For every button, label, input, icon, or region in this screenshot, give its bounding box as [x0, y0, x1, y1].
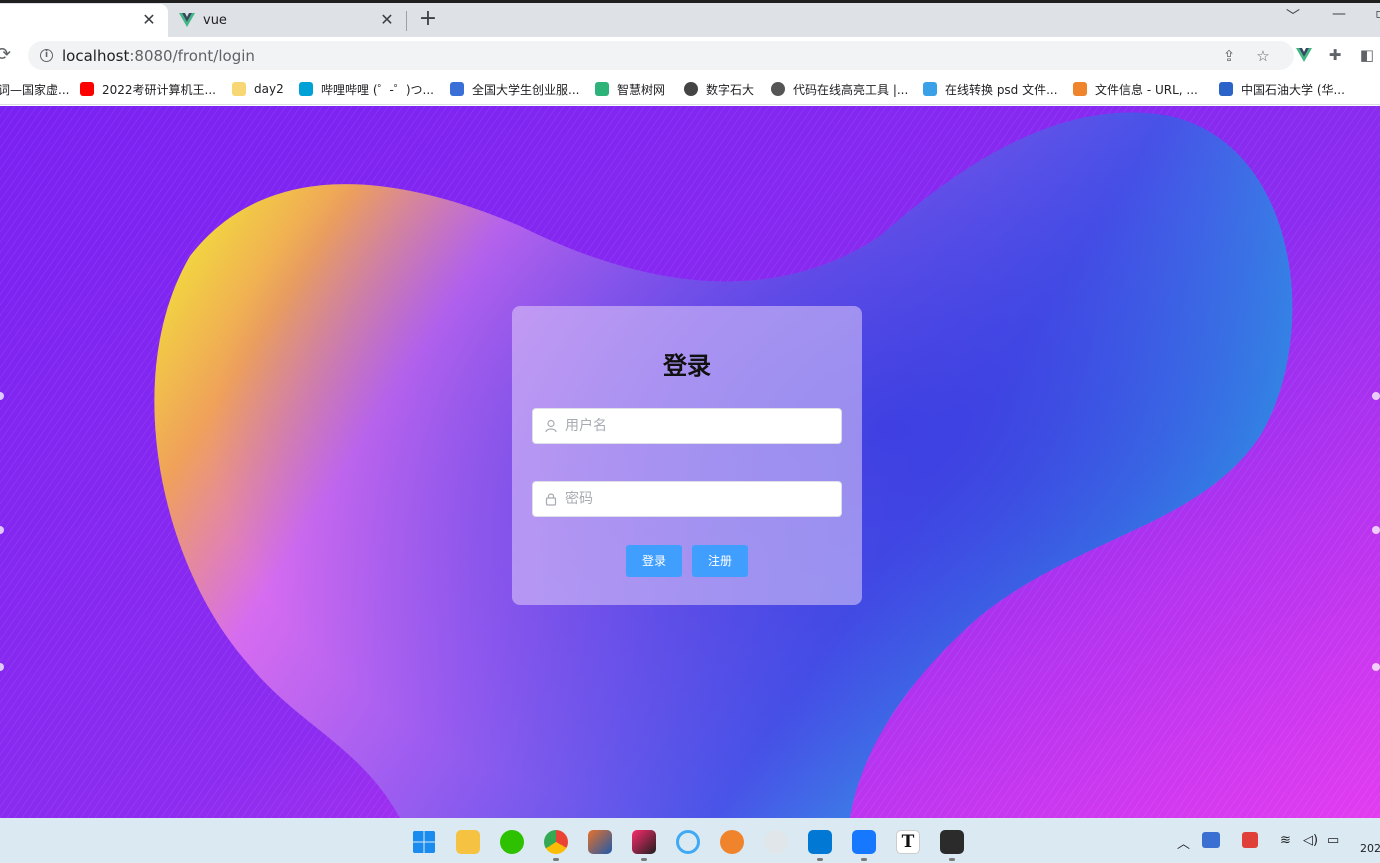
site-icon — [450, 82, 464, 96]
app-icon[interactable] — [852, 830, 876, 854]
chrome-icon[interactable] — [544, 830, 568, 854]
bookmark-label: 文件信息 - URL, ... — [1095, 82, 1198, 97]
password-field[interactable] — [532, 481, 842, 517]
folder-icon — [232, 82, 246, 96]
bookmark-item[interactable]: day2 — [232, 80, 284, 98]
site-icon — [1219, 82, 1233, 96]
app-tray-icon[interactable] — [1242, 832, 1258, 848]
bookmarks-bar: 词—国家虚... 2022考研计算机王... day2 哔哩哔哩 (゜-゜)つ.… — [0, 73, 1380, 105]
intellij-icon[interactable] — [632, 830, 656, 854]
bookmark-label: 在线转换 psd 文件... — [945, 82, 1058, 97]
bookmark-label: 中国石油大学 (华... — [1241, 82, 1345, 97]
edge-dot — [1372, 392, 1380, 400]
battery-icon[interactable]: ▭ — [1327, 833, 1339, 848]
typora-icon[interactable]: T — [896, 830, 920, 854]
tab-title: vue — [203, 13, 227, 28]
file-explorer-icon[interactable] — [456, 830, 480, 854]
login-page: 登录 登录 注册 — [0, 106, 1380, 818]
bookmark-label: 代码在线高亮工具 |... — [793, 82, 909, 97]
close-icon[interactable]: ✕ — [140, 11, 158, 29]
running-indicator — [641, 858, 647, 861]
bookmark-item[interactable]: 数字石大 — [684, 80, 754, 98]
bookmark-item[interactable]: 全国大学生创业服... — [450, 80, 579, 98]
reload-icon[interactable]: ⟳ — [0, 44, 16, 65]
browser-toolbar: ⟳ i localhost:8080/front/login ⇪ ☆ ✚ ◧ — [0, 37, 1380, 73]
bookmark-label: 全国大学生创业服... — [472, 82, 580, 97]
bookmark-item[interactable]: 代码在线高亮工具 |... — [771, 80, 908, 98]
site-icon — [595, 82, 609, 96]
password-input[interactable] — [563, 482, 833, 516]
matlab-icon[interactable] — [588, 830, 612, 854]
username-input[interactable] — [563, 409, 833, 443]
bookmark-label: day2 — [254, 82, 284, 96]
site-icon — [923, 82, 937, 96]
running-indicator — [553, 858, 559, 861]
chat-app-icon[interactable] — [764, 830, 788, 854]
side-panel-icon[interactable]: ◧ — [1358, 46, 1376, 64]
input-method-icon[interactable] — [1202, 832, 1220, 848]
bookmark-item[interactable]: 文件信息 - URL, ... — [1073, 80, 1198, 98]
vue-logo-icon — [179, 13, 195, 27]
site-info-icon[interactable]: i — [40, 49, 53, 62]
register-button[interactable]: 注册 — [692, 545, 748, 577]
url-host: localhost — [62, 47, 130, 65]
tab-search-chevron-icon[interactable]: ﹀ — [1281, 6, 1305, 26]
share-icon[interactable]: ⇪ — [1220, 47, 1238, 65]
tab-divider — [406, 11, 407, 31]
youtube-icon — [80, 82, 94, 96]
postman-icon[interactable] — [720, 830, 744, 854]
app-icon[interactable] — [676, 830, 700, 854]
edge-dot — [1372, 526, 1380, 534]
globe-icon — [684, 82, 698, 96]
username-field[interactable] — [532, 408, 842, 444]
bookmark-label: 智慧树网 — [617, 82, 666, 97]
bookmark-item[interactable]: 中国石油大学 (华... — [1219, 80, 1345, 98]
bookmark-item[interactable]: 在线转换 psd 文件... — [923, 80, 1058, 98]
close-icon[interactable]: ✕ — [378, 11, 396, 29]
site-icon — [1073, 82, 1087, 96]
running-indicator — [817, 858, 823, 861]
app-icon[interactable] — [940, 830, 964, 854]
window-top-border — [0, 0, 1380, 3]
windows-taskbar: T ︿ ≋ ◁) ▭ 202 — [0, 818, 1380, 863]
browser-tab-active[interactable]: ✕ — [0, 4, 168, 37]
vscode-icon[interactable] — [808, 830, 832, 854]
wechat-icon[interactable] — [500, 830, 524, 854]
browser-tabstrip: ✕ vue ✕ + ﹀ — ▫ — [0, 0, 1380, 37]
bookmark-item[interactable]: 2022考研计算机王... — [80, 80, 216, 98]
extensions-puzzle-icon[interactable]: ✚ — [1326, 46, 1344, 64]
url-text[interactable]: localhost:8080/front/login — [62, 47, 255, 65]
browser-tab-vue[interactable]: vue ✕ — [170, 4, 406, 37]
login-button[interactable]: 登录 — [626, 545, 682, 577]
bookmark-label: 数字石大 — [706, 82, 755, 97]
running-indicator — [861, 858, 867, 861]
edge-dot — [1372, 663, 1380, 671]
clock[interactable]: 202 — [1360, 842, 1380, 855]
bookmark-item[interactable]: 哔哩哔哩 (゜-゜)つ... — [299, 80, 434, 98]
bookmark-item[interactable]: 智慧树网 — [595, 80, 665, 98]
login-card: 登录 登录 注册 — [512, 306, 862, 605]
maximize-icon[interactable]: ▫ — [1368, 6, 1380, 22]
bookmark-label: 词—国家虚... — [0, 82, 70, 97]
site-icon — [771, 82, 785, 96]
bookmark-label: 哔哩哔哩 (゜-゜)つ... — [321, 82, 434, 97]
lock-icon — [545, 493, 557, 506]
url-path: :8080/front/login — [129, 47, 255, 65]
bilibili-icon — [299, 82, 313, 96]
wifi-icon[interactable]: ≋ — [1280, 833, 1291, 848]
bookmark-item[interactable]: 词—国家虚... — [0, 80, 69, 98]
user-icon — [545, 419, 557, 433]
bookmark-star-icon[interactable]: ☆ — [1254, 47, 1272, 65]
login-title: 登录 — [663, 352, 711, 380]
new-tab-icon[interactable]: + — [416, 7, 440, 31]
address-bar[interactable]: i localhost:8080/front/login ⇪ ☆ — [28, 41, 1294, 70]
vue-devtools-icon[interactable] — [1296, 47, 1312, 63]
volume-icon[interactable]: ◁) — [1303, 833, 1318, 848]
windows-start-icon[interactable] — [412, 830, 436, 854]
bookmark-label: 2022考研计算机王... — [102, 82, 216, 97]
running-indicator — [949, 858, 955, 861]
minimize-icon[interactable]: — — [1327, 6, 1351, 22]
tray-overflow-chevron-icon[interactable]: ︿ — [1177, 833, 1190, 852]
